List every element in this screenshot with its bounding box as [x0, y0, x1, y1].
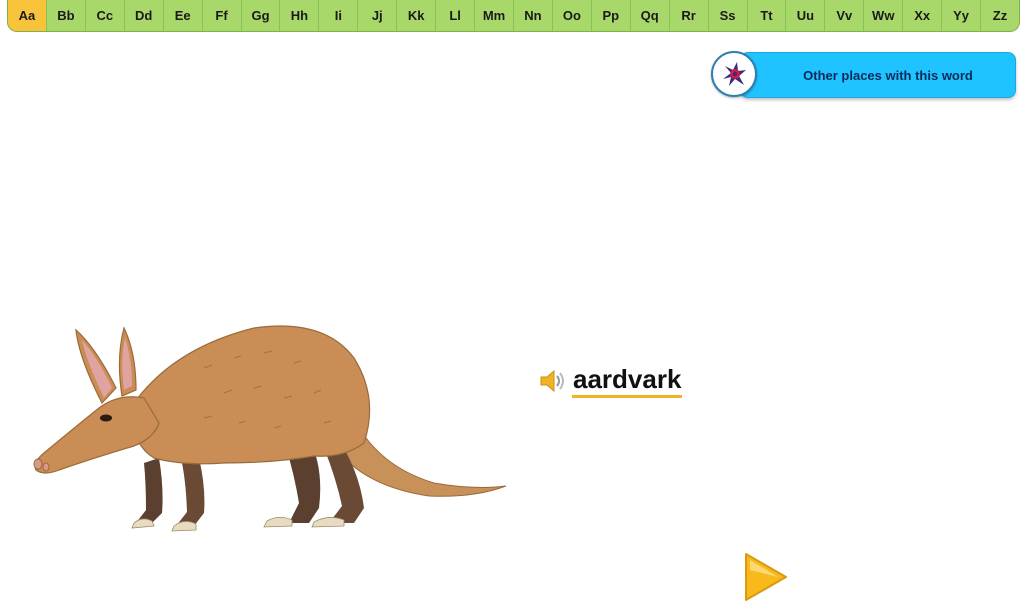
alphabet-tab-d[interactable]: Dd [125, 0, 164, 31]
alphabet-tab-e[interactable]: Ee [164, 0, 203, 31]
alphabet-tab-b[interactable]: Bb [47, 0, 86, 31]
vocabulary-word: aardvark [572, 364, 683, 398]
play-arrow-icon[interactable] [740, 550, 792, 604]
alphabet-tab-t[interactable]: Tt [748, 0, 787, 31]
alphabet-tab-f[interactable]: Ff [203, 0, 242, 31]
alphabet-tab-v[interactable]: Vv [825, 0, 865, 31]
alphabet-tab-z[interactable]: Zz [981, 0, 1019, 31]
alphabet-tab-p[interactable]: Pp [592, 0, 631, 31]
aardvark-illustration [33, 325, 507, 532]
other-places-label: Other places with this word [803, 67, 973, 83]
alphabet-tab-x[interactable]: Xx [903, 0, 943, 31]
alphabet-tab-u[interactable]: Uu [786, 0, 826, 31]
alphabet-tab-i[interactable]: Ii [319, 0, 359, 31]
alphabet-tab-r[interactable]: Rr [670, 0, 709, 31]
alphabet-bar: Aa Bb Cc Dd Ee Ff Gg Hh Ii Jj Kk Ll Mm N… [7, 0, 1020, 32]
alphabet-tab-k[interactable]: Kk [397, 0, 437, 31]
map-pin-icon[interactable] [711, 51, 757, 97]
alphabet-tab-q[interactable]: Qq [631, 0, 670, 31]
alphabet-tab-s[interactable]: Ss [709, 0, 748, 31]
alphabet-tab-m[interactable]: Mm [475, 0, 514, 31]
alphabet-tab-o[interactable]: Oo [553, 0, 592, 31]
alphabet-tab-g[interactable]: Gg [242, 0, 281, 31]
alphabet-tab-w[interactable]: Ww [864, 0, 904, 31]
alphabet-tab-l[interactable]: Ll [436, 0, 476, 31]
alphabet-tab-h[interactable]: Hh [280, 0, 320, 31]
alphabet-tab-a[interactable]: Aa [8, 0, 47, 31]
alphabet-tab-c[interactable]: Cc [86, 0, 125, 31]
alphabet-tab-n[interactable]: Nn [514, 0, 553, 31]
speaker-icon[interactable] [538, 366, 568, 396]
other-places-button[interactable]: Other places with this word [740, 52, 1016, 98]
alphabet-tab-y[interactable]: Yy [942, 0, 982, 31]
alphabet-tab-j[interactable]: Jj [358, 0, 398, 31]
word-row: aardvark [538, 364, 683, 398]
